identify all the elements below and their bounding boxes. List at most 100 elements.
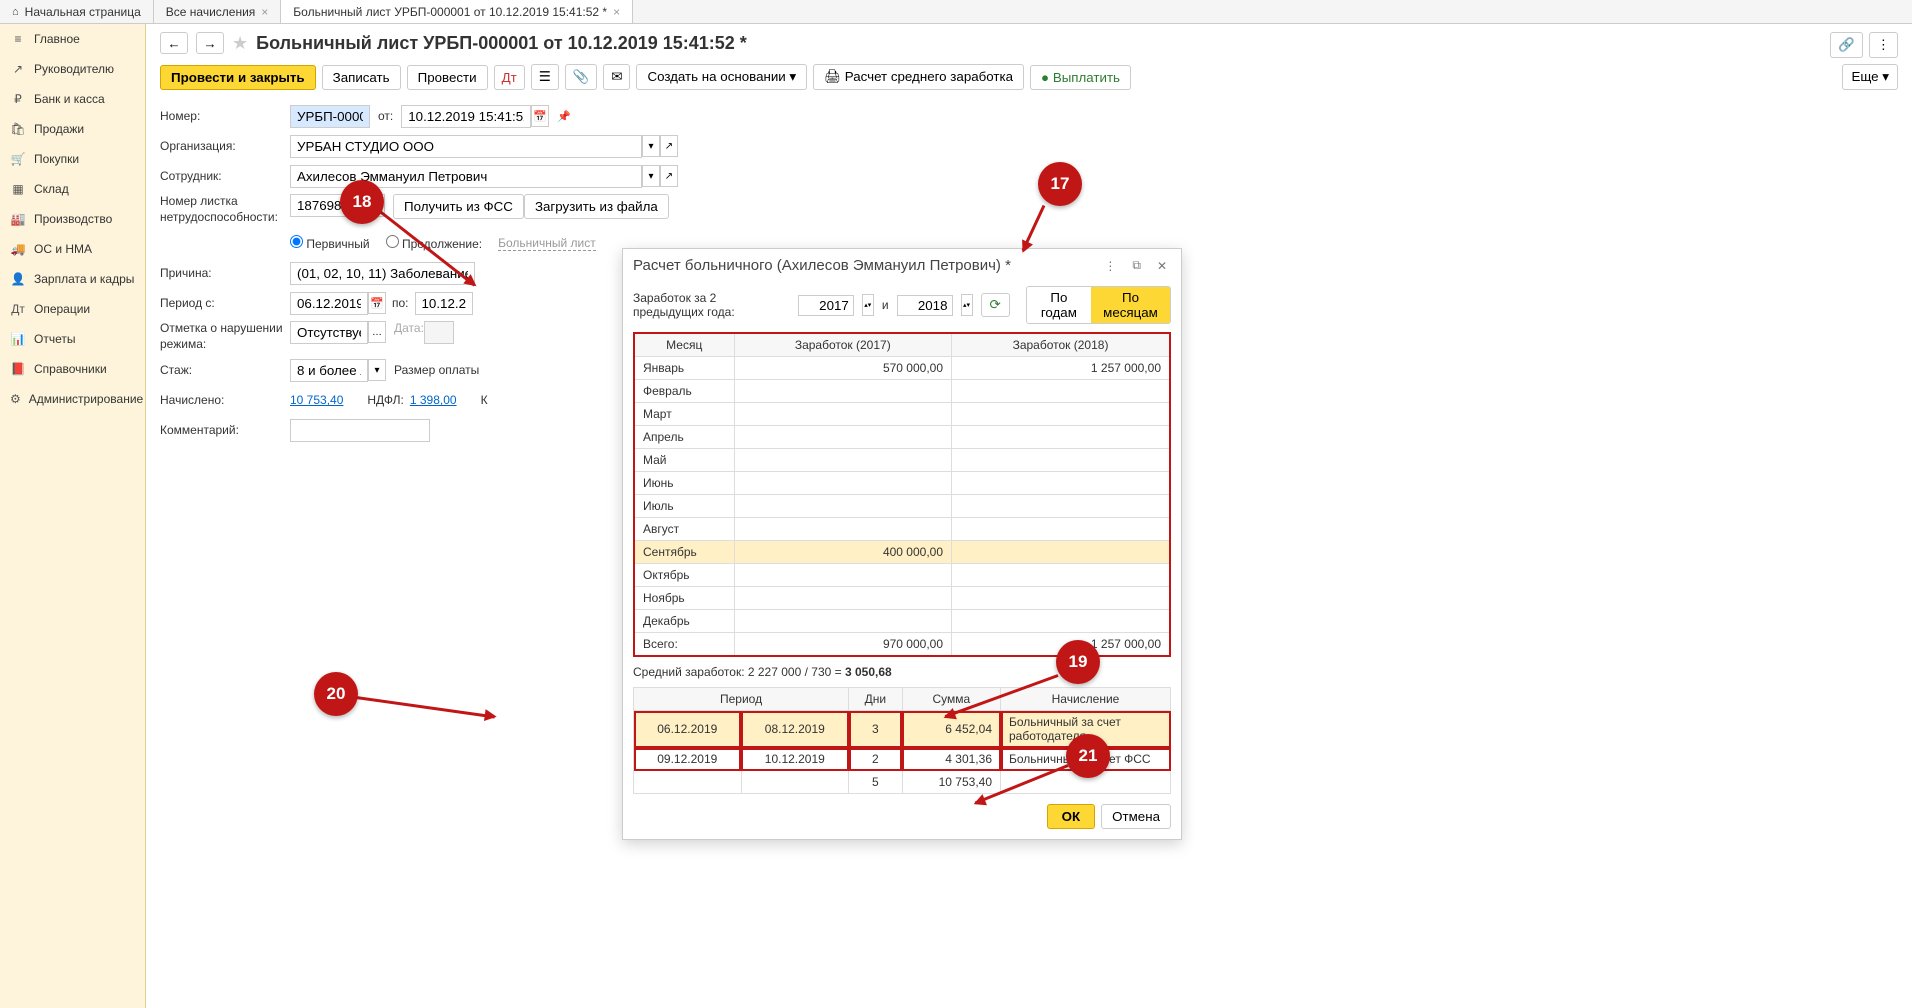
tab-all-accruals[interactable]: Все начисления ×	[154, 0, 282, 23]
table-row[interactable]: Ноябрь	[634, 587, 1170, 610]
get-from-fss-button[interactable]: Получить из ФСС	[393, 194, 524, 219]
table-row[interactable]: Октябрь	[634, 564, 1170, 587]
period-to-field[interactable]	[415, 292, 473, 315]
ok-button[interactable]: ОК	[1047, 804, 1096, 829]
calc-average-button[interactable]: 🖨 Расчет среднего заработка	[813, 64, 1024, 90]
cell-month: Февраль	[634, 380, 734, 403]
back-button[interactable]: ←	[160, 32, 188, 54]
sidebar-item-production[interactable]: 🏭Производство	[0, 204, 145, 234]
close-icon[interactable]: ✕	[1153, 259, 1171, 273]
calendar-icon[interactable]: 📅	[368, 292, 386, 314]
gear-icon: ⚙	[10, 392, 21, 406]
create-based-on-button[interactable]: Создать на основании ▾	[636, 64, 807, 90]
table-row[interactable]: Июнь	[634, 472, 1170, 495]
post-and-close-button[interactable]: Провести и закрыть	[160, 65, 316, 90]
sidebar-item-admin[interactable]: ⚙Администрирование	[0, 384, 145, 414]
cell-v1	[734, 380, 952, 403]
year1-field[interactable]	[798, 295, 854, 316]
period-from-field[interactable]	[290, 292, 368, 315]
sidebar-item-sales[interactable]: 🛍Продажи	[0, 114, 145, 144]
comment-field[interactable]	[290, 419, 430, 442]
table-row[interactable]: Декабрь	[634, 610, 1170, 633]
sidebar-item-label: Производство	[34, 212, 112, 226]
refresh-icon[interactable]: ⟳	[981, 293, 1010, 317]
table-row[interactable]: Август	[634, 518, 1170, 541]
sidebar-item-bank[interactable]: ₽Банк и касса	[0, 84, 145, 114]
sidebar-item-main[interactable]: ≡Главное	[0, 24, 145, 54]
stage-field[interactable]	[290, 359, 368, 382]
forward-button[interactable]: →	[196, 32, 224, 54]
by-years-button[interactable]: По годам	[1027, 287, 1091, 323]
violation-field[interactable]	[290, 321, 368, 344]
close-icon[interactable]: ×	[613, 5, 620, 19]
table-row[interactable]: Апрель	[634, 426, 1170, 449]
col-period: Период	[634, 688, 849, 711]
open-icon[interactable]: ↗	[660, 135, 678, 157]
dropdown-icon[interactable]: ▾	[642, 135, 660, 157]
tab-document[interactable]: Больничный лист УРБП-000001 от 10.12.201…	[281, 0, 633, 23]
pin-icon[interactable]: 📌	[557, 110, 571, 123]
sidebar-item-reports[interactable]: 📊Отчеты	[0, 324, 145, 354]
spinner-icon[interactable]: ▴▾	[961, 294, 973, 316]
primary-radio[interactable]: Первичный	[290, 235, 370, 251]
document-icon[interactable]: ☰	[531, 64, 559, 90]
dropdown-icon[interactable]: ▾	[642, 165, 660, 187]
kebab-icon[interactable]: ⋮	[1100, 259, 1120, 273]
year2-field[interactable]	[897, 295, 953, 316]
kebab-icon[interactable]: ⋮	[1869, 32, 1898, 58]
ellipsis-icon[interactable]: …	[368, 321, 386, 343]
tab-home[interactable]: ⌂ Начальная страница	[0, 0, 154, 23]
arrow-20	[356, 696, 495, 718]
ndfl-value[interactable]: 1 398,00	[410, 393, 457, 407]
sidebar-item-assets[interactable]: 🚚ОС и НМА	[0, 234, 145, 264]
cell-v2	[952, 518, 1170, 541]
cell-v2	[952, 449, 1170, 472]
sidebar-item-warehouse[interactable]: ▦Склад	[0, 174, 145, 204]
date-field[interactable]	[401, 105, 531, 128]
cell-days: 2	[849, 748, 903, 771]
favorite-icon[interactable]: ★	[232, 33, 248, 54]
popout-icon[interactable]: ⧉	[1128, 258, 1145, 273]
link-icon[interactable]: 🔗	[1830, 32, 1863, 58]
table-row[interactable]: Сентябрь400 000,00	[634, 541, 1170, 564]
pay-button[interactable]: ● Выплатить	[1030, 65, 1131, 90]
sidebar-item-directories[interactable]: 📕Справочники	[0, 354, 145, 384]
reason-label: Причина:	[160, 266, 290, 280]
load-from-file-button[interactable]: Загрузить из файла	[524, 194, 669, 219]
close-icon[interactable]: ×	[261, 5, 268, 19]
cell-v2	[952, 403, 1170, 426]
more-button[interactable]: Еще ▾	[1842, 64, 1898, 90]
dtkt-icon[interactable]: Дт	[494, 65, 525, 90]
continuation-radio[interactable]: Продолжение:	[386, 235, 483, 251]
by-months-button[interactable]: По месяцам	[1091, 287, 1170, 323]
comment-label: Комментарий:	[160, 423, 290, 437]
post-button[interactable]: Провести	[407, 65, 488, 90]
spinner-icon[interactable]: ▴▾	[862, 294, 874, 316]
employee-field[interactable]	[290, 165, 642, 188]
calendar-icon[interactable]: 📅	[531, 105, 549, 127]
table-row[interactable]: Июль	[634, 495, 1170, 518]
mail-icon[interactable]: ✉	[603, 64, 630, 90]
dropdown-icon[interactable]: ▾	[368, 359, 386, 381]
accrued-value[interactable]: 10 753,40	[290, 393, 343, 407]
table-row[interactable]: Май	[634, 449, 1170, 472]
attachment-icon[interactable]: 📎	[565, 64, 598, 90]
table-row[interactable]: Март	[634, 403, 1170, 426]
cell-v1	[734, 403, 952, 426]
org-field[interactable]	[290, 135, 642, 158]
table-row[interactable]: Февраль	[634, 380, 1170, 403]
sidebar-item-purchases[interactable]: 🛒Покупки	[0, 144, 145, 174]
open-icon[interactable]: ↗	[660, 165, 678, 187]
sidebar-item-manager[interactable]: ↗Руководителю	[0, 54, 145, 84]
violation-label: Отметка о нарушении режима:	[160, 321, 290, 352]
sidebar-item-salary[interactable]: 👤Зарплата и кадры	[0, 264, 145, 294]
cancel-button[interactable]: Отмена	[1101, 804, 1171, 829]
save-button[interactable]: Записать	[322, 65, 401, 90]
table-row[interactable]: Январь570 000,001 257 000,00	[634, 357, 1170, 380]
cell-v2	[952, 587, 1170, 610]
cell-month: Июнь	[634, 472, 734, 495]
number-field[interactable]	[290, 105, 370, 128]
continuation-link[interactable]: Больничный лист	[498, 236, 596, 251]
sidebar-item-operations[interactable]: ДтОперации	[0, 294, 145, 324]
violation-date-label: Дата:	[394, 321, 424, 335]
